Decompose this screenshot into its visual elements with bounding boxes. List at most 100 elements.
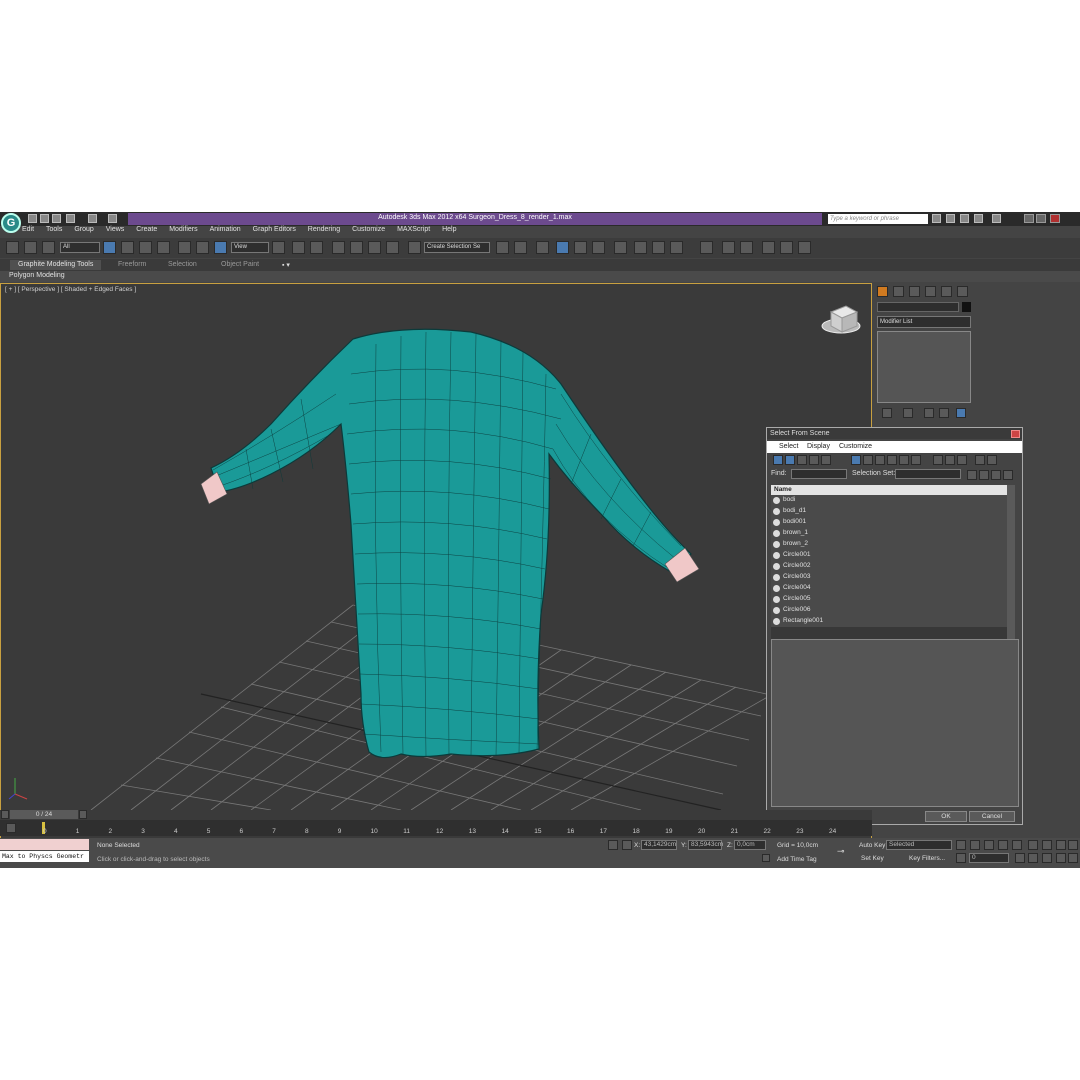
menu-tools[interactable]: Tools bbox=[46, 226, 62, 233]
physics-tool-3-icon[interactable] bbox=[798, 241, 811, 254]
select-object-icon[interactable] bbox=[103, 241, 116, 254]
list-item[interactable]: Circle006 bbox=[771, 605, 1007, 616]
object-color-swatch[interactable] bbox=[962, 302, 971, 312]
list-item[interactable]: Circle005 bbox=[771, 594, 1007, 605]
select-by-name-icon[interactable] bbox=[121, 241, 134, 254]
close-button[interactable] bbox=[1050, 214, 1060, 223]
display-helpers-icon[interactable] bbox=[821, 455, 831, 465]
link-icon[interactable] bbox=[6, 241, 19, 254]
dialog-close-button[interactable] bbox=[1011, 430, 1020, 438]
window-crossing-icon[interactable] bbox=[157, 241, 170, 254]
filter-icon[interactable] bbox=[975, 455, 985, 465]
rectangle-selection-icon[interactable] bbox=[139, 241, 152, 254]
list-item[interactable]: Rectangle001 bbox=[771, 616, 1007, 627]
list-scrollbar[interactable] bbox=[1007, 485, 1015, 639]
maxscript-listener-output[interactable] bbox=[0, 839, 89, 850]
create-tab-icon[interactable] bbox=[877, 286, 888, 297]
display-containers-icon[interactable] bbox=[887, 455, 897, 465]
project-folder-icon[interactable] bbox=[108, 214, 117, 223]
list-item[interactable]: bodi001 bbox=[771, 517, 1007, 528]
tab-selection[interactable]: Selection bbox=[168, 261, 197, 268]
curve-editor-icon[interactable] bbox=[574, 241, 587, 254]
extra-tool-2-icon[interactable] bbox=[722, 241, 735, 254]
display-xrefs-icon[interactable] bbox=[863, 455, 873, 465]
named-selection-dropdown[interactable]: Create Selection Se bbox=[424, 242, 490, 253]
binoculars-icon[interactable] bbox=[932, 214, 941, 223]
new-file-icon[interactable] bbox=[28, 214, 37, 223]
move-icon[interactable] bbox=[178, 241, 191, 254]
configure-modifier-sets-icon[interactable] bbox=[956, 408, 966, 418]
display-hidden-icon[interactable] bbox=[911, 455, 921, 465]
keyboard-shortcut-icon[interactable] bbox=[310, 241, 323, 254]
pan-icon[interactable] bbox=[1042, 853, 1052, 863]
show-end-result-icon[interactable] bbox=[903, 408, 913, 418]
physics-tool-2-icon[interactable] bbox=[780, 241, 793, 254]
ribbon-options-icon[interactable]: ▪ ▾ bbox=[282, 261, 290, 269]
display-shapes-icon[interactable] bbox=[785, 455, 795, 465]
selection-set-dropdown[interactable] bbox=[895, 469, 961, 479]
subscription-icon[interactable] bbox=[946, 214, 955, 223]
select-none-icon[interactable] bbox=[945, 455, 955, 465]
orbit-icon[interactable] bbox=[1056, 853, 1066, 863]
selection-set-tool-1-icon[interactable] bbox=[967, 470, 977, 480]
go-to-start-icon[interactable] bbox=[956, 840, 966, 850]
sync-selection-icon[interactable] bbox=[987, 455, 997, 465]
bind-space-warp-icon[interactable] bbox=[42, 241, 55, 254]
auto-key-button[interactable]: Auto Key bbox=[859, 842, 885, 849]
app-menu-icon[interactable]: G bbox=[1, 213, 21, 233]
display-bones-icon[interactable] bbox=[875, 455, 885, 465]
lock-selection-icon[interactable] bbox=[608, 840, 618, 850]
help-search-input[interactable]: Type a keyword or phrase bbox=[828, 214, 928, 224]
rotate-icon[interactable] bbox=[196, 241, 209, 254]
modifier-stack[interactable] bbox=[877, 331, 971, 403]
display-frozen-icon[interactable] bbox=[899, 455, 909, 465]
selection-filter-dropdown[interactable]: All bbox=[60, 242, 100, 253]
maximize-button[interactable] bbox=[1036, 214, 1046, 223]
ok-button[interactable]: OK bbox=[925, 811, 967, 822]
display-groups-icon[interactable] bbox=[851, 455, 861, 465]
scale-icon[interactable] bbox=[214, 241, 227, 254]
list-item[interactable]: Circle003 bbox=[771, 572, 1007, 583]
menu-animation[interactable]: Animation bbox=[210, 226, 241, 233]
selection-set-tool-4-icon[interactable] bbox=[1003, 470, 1013, 480]
remove-modifier-icon[interactable] bbox=[939, 408, 949, 418]
maxscript-mini-listener[interactable]: Max to Physcs Geometr bbox=[0, 851, 89, 862]
field-of-view-icon[interactable] bbox=[1028, 853, 1038, 863]
render-teapot-icon[interactable] bbox=[670, 241, 683, 254]
undo-icon[interactable] bbox=[66, 214, 75, 223]
favorites-icon[interactable] bbox=[974, 214, 983, 223]
prev-frame-arrow-icon[interactable] bbox=[1, 810, 9, 819]
display-cameras-icon[interactable] bbox=[809, 455, 819, 465]
save-file-icon[interactable] bbox=[52, 214, 61, 223]
utilities-tab-icon[interactable] bbox=[957, 286, 968, 297]
next-frame-arrow-icon[interactable] bbox=[79, 810, 87, 819]
edit-named-selection-icon[interactable] bbox=[408, 241, 421, 254]
communication-icon[interactable] bbox=[960, 214, 969, 223]
minimize-button[interactable] bbox=[1024, 214, 1034, 223]
menu-rendering[interactable]: Rendering bbox=[308, 226, 340, 233]
material-editor-icon[interactable] bbox=[614, 241, 627, 254]
menu-edit[interactable]: Edit bbox=[22, 226, 34, 233]
absolute-mode-icon[interactable] bbox=[622, 840, 632, 850]
z-coord-field[interactable]: 0,0cm bbox=[734, 840, 766, 850]
current-frame-field[interactable]: 0 bbox=[969, 853, 1009, 863]
display-tab-icon[interactable] bbox=[941, 286, 952, 297]
selection-set-tool-2-icon[interactable] bbox=[979, 470, 989, 480]
reference-coordinate-dropdown[interactable]: View bbox=[231, 242, 269, 253]
modifier-list-dropdown[interactable]: Modifier List bbox=[877, 316, 971, 328]
pin-stack-icon[interactable] bbox=[882, 408, 892, 418]
menu-customize[interactable]: Customize bbox=[352, 226, 385, 233]
help-icon[interactable] bbox=[992, 214, 1001, 223]
menu-create[interactable]: Create bbox=[136, 226, 157, 233]
object-name-field[interactable] bbox=[877, 302, 959, 312]
zoom-all-icon[interactable] bbox=[1042, 840, 1052, 850]
y-coord-field[interactable]: 83,5943cm bbox=[688, 840, 723, 850]
menu-views[interactable]: Views bbox=[106, 226, 125, 233]
x-coord-field[interactable]: 43,1429cm bbox=[641, 840, 677, 850]
time-configuration-icon[interactable] bbox=[1015, 853, 1025, 863]
make-unique-icon[interactable] bbox=[924, 408, 934, 418]
unlink-icon[interactable] bbox=[24, 241, 37, 254]
display-geometry-icon[interactable] bbox=[773, 455, 783, 465]
graphite-toggle-icon[interactable] bbox=[556, 241, 569, 254]
hierarchy-tab-icon[interactable] bbox=[909, 286, 920, 297]
